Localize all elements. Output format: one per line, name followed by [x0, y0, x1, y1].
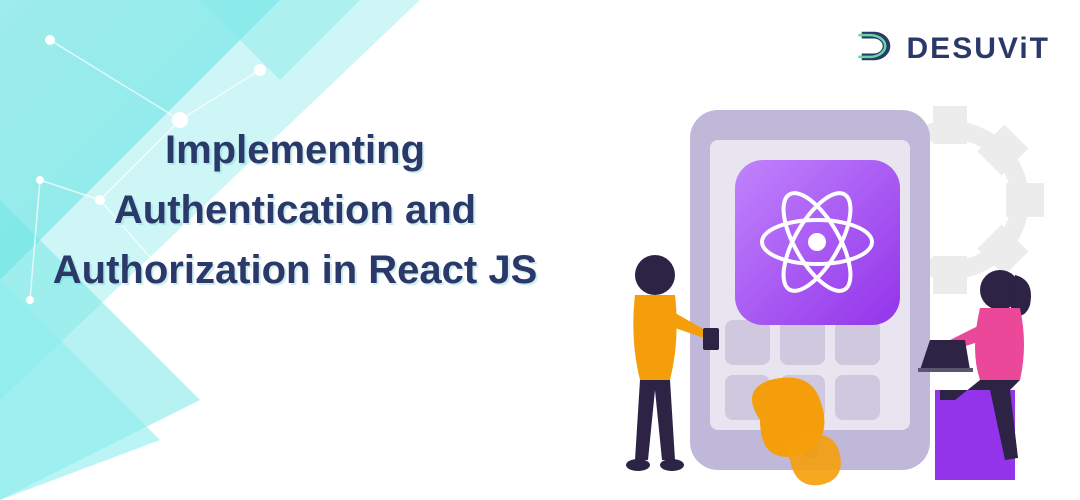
- page-title: Implementing Authentication and Authoriz…: [30, 120, 560, 300]
- brand-name: DESUViT: [907, 32, 1050, 66]
- desuvit-logo-icon: [855, 25, 897, 72]
- title-container: Implementing Authentication and Authoriz…: [30, 120, 560, 300]
- person-sitting-laptop: [918, 270, 1031, 480]
- brand-logo: DESUViT: [855, 25, 1050, 72]
- react-logo-card: [735, 160, 900, 325]
- react-developers-illustration: [560, 80, 1080, 500]
